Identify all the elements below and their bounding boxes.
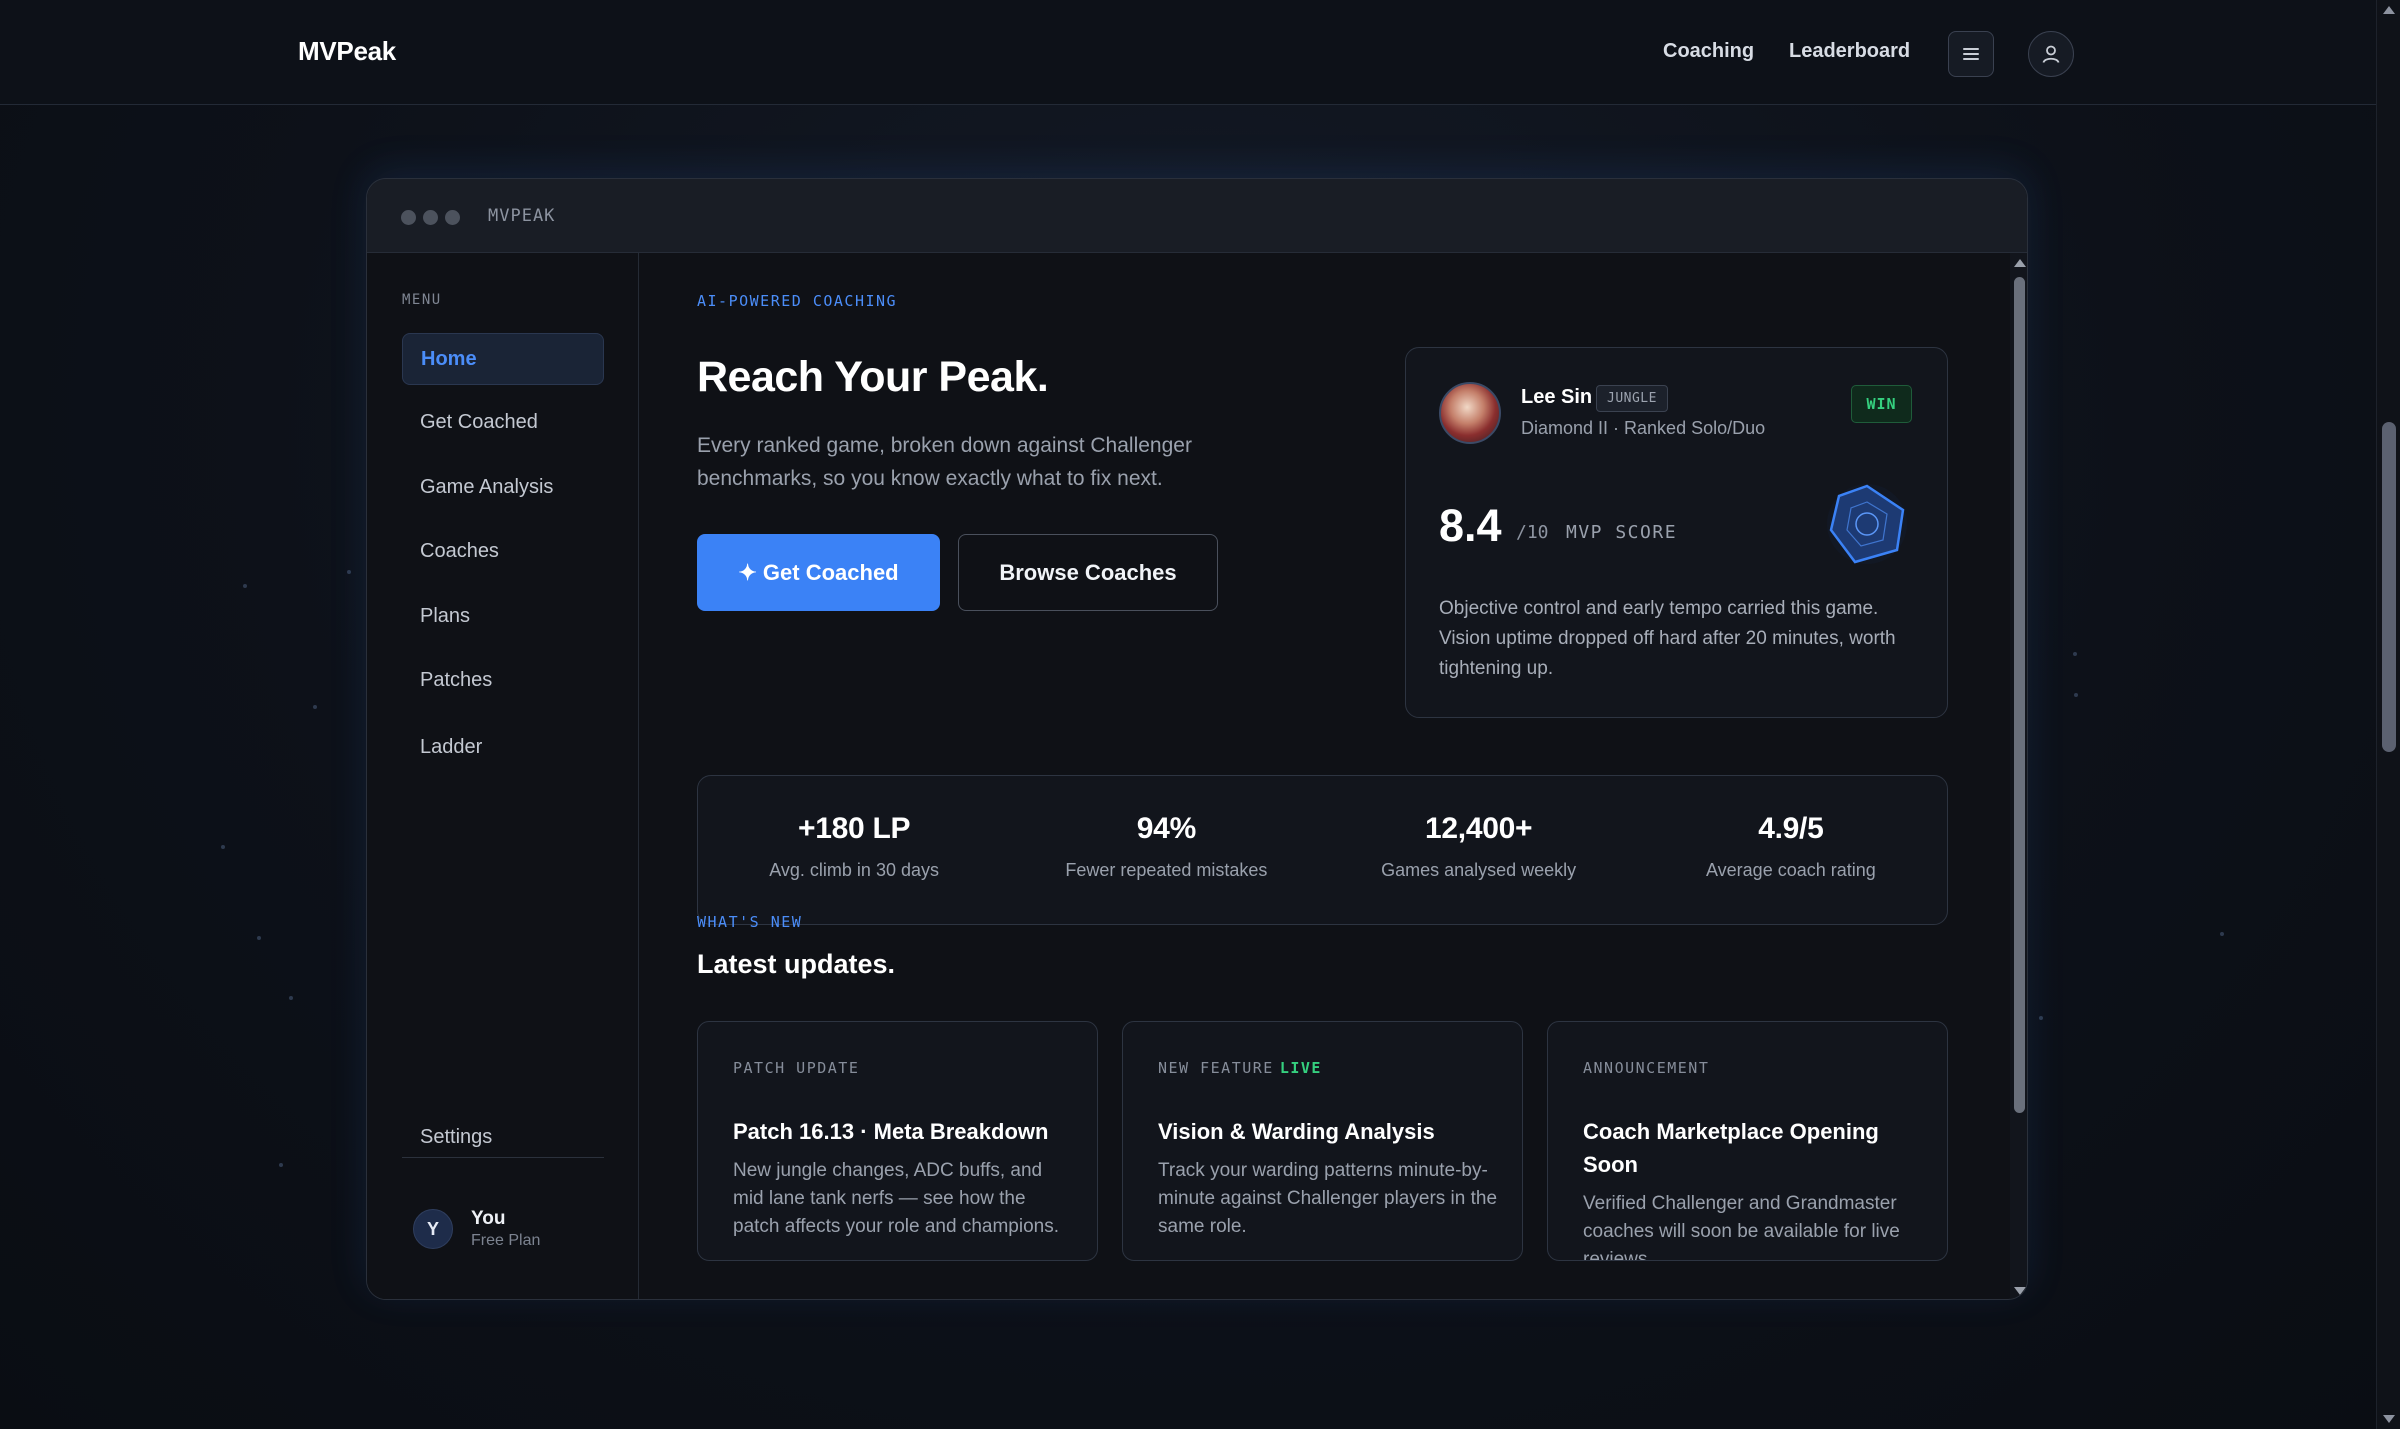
champion-avatar xyxy=(1439,382,1501,444)
update-tag-text: NEW FEATURE xyxy=(1158,1059,1274,1077)
get-coached-button[interactable]: ✦ Get Coached xyxy=(697,534,940,611)
role-badge: JUNGLE xyxy=(1596,385,1668,412)
updates-title: Latest updates. xyxy=(697,949,896,979)
window-titlebar: MVPEAK xyxy=(367,179,2027,253)
background-star xyxy=(289,996,293,1000)
background-star xyxy=(221,845,225,849)
radar-chart-icon xyxy=(1827,484,1907,564)
background-star xyxy=(243,584,247,588)
window-title: MVPEAK xyxy=(488,206,556,226)
update-body: Verified Challenger and Grandmaster coac… xyxy=(1583,1193,1900,1261)
window-dot xyxy=(401,210,416,225)
hero-subtitle: Every ranked game, broken down against C… xyxy=(697,434,1192,490)
hero-eyebrow: AI-POWERED COACHING xyxy=(697,292,898,310)
stat-label: Avg. climb in 30 days xyxy=(769,860,939,880)
sidebar-menu-label: MENU xyxy=(402,292,442,308)
update-title: Patch 16.13 · Meta Breakdown xyxy=(733,1119,1049,1144)
update-tag-text: PATCH UPDATE xyxy=(733,1059,860,1077)
update-tag: ANNOUNCEMENT xyxy=(1583,1059,1709,1077)
nav-link-leaderboard[interactable]: Leaderboard xyxy=(1789,40,1910,63)
update-title: Vision & Warding Analysis xyxy=(1158,1119,1435,1144)
game-summary-card[interactable]: Lee Sin JUNGLE Diamond II · Ranked Solo/… xyxy=(1405,347,1948,718)
nav-link-coaching[interactable]: Coaching xyxy=(1663,40,1754,63)
content-scrollbar-thumb[interactable] xyxy=(2014,277,2025,1113)
stat-item: 12,400+ Games analysed weekly xyxy=(1323,776,1635,924)
stat-value: 12,400+ xyxy=(1425,812,1533,845)
sidebar-item-plans[interactable]: Plans xyxy=(402,590,604,642)
scroll-up-arrow-icon[interactable] xyxy=(2014,259,2026,267)
window-dot xyxy=(445,210,460,225)
background-star xyxy=(347,570,351,574)
stats-panel: +180 LP Avg. climb in 30 days 94% Fewer … xyxy=(697,775,1948,925)
content-scrollbar[interactable] xyxy=(2010,253,2027,1299)
scroll-down-arrow-icon[interactable] xyxy=(2014,1287,2026,1295)
stat-value: 4.9/5 xyxy=(1758,812,1824,845)
window-dot xyxy=(423,210,438,225)
brand-logo[interactable]: MVPeak xyxy=(298,36,396,67)
updates-eyebrow: WHAT'S NEW xyxy=(697,913,803,931)
user-icon xyxy=(2042,45,2060,63)
update-card-patch[interactable]: PATCH UPDATE Patch 16.13 · Meta Breakdow… xyxy=(697,1021,1098,1261)
background-star xyxy=(2074,693,2078,697)
sidebar-item-settings[interactable]: Settings xyxy=(402,1111,604,1163)
game-meta: Diamond II · Ranked Solo/Duo xyxy=(1521,418,1766,438)
sidebar-item-home[interactable]: Home xyxy=(402,333,604,385)
background-star xyxy=(257,936,261,940)
result-badge: WIN xyxy=(1851,385,1912,423)
update-tag: PATCH UPDATE xyxy=(733,1059,859,1077)
top-navigation: MVPeak Coaching Leaderboard xyxy=(0,0,2376,105)
update-tag: NEW FEATURE LIVE xyxy=(1158,1059,1322,1077)
user-plan: Free Plan xyxy=(471,1232,541,1249)
background-star xyxy=(2039,1016,2043,1020)
stat-label: Average coach rating xyxy=(1705,860,1876,880)
sidebar-item-get-coached[interactable]: Get Coached xyxy=(402,396,604,448)
sidebar-item-game-analysis[interactable]: Game Analysis xyxy=(402,461,604,513)
update-title: Coach Marketplace Opening Soon xyxy=(1583,1119,1879,1177)
live-badge: LIVE xyxy=(1279,1059,1322,1077)
page-scrollbar-thumb[interactable] xyxy=(2382,422,2396,752)
page-scrollbar[interactable] xyxy=(2376,0,2400,1429)
scroll-up-arrow-icon[interactable] xyxy=(2383,6,2395,14)
update-card-announcement[interactable]: ANNOUNCEMENT Coach Marketplace Opening S… xyxy=(1547,1021,1948,1261)
hamburger-icon xyxy=(1963,48,1979,60)
stat-item: 4.9/5 Average coach rating xyxy=(1635,776,1947,924)
update-body: Track your warding patterns minute-by-mi… xyxy=(1158,1160,1498,1237)
mvp-score-value: 8.4 xyxy=(1439,500,1502,551)
app-window: MVPEAK MENU Home Get Coached Game Analys… xyxy=(366,178,2028,1300)
sidebar-item-ladder[interactable]: Ladder xyxy=(402,721,604,773)
sidebar: MENU Home Get Coached Game Analysis Coac… xyxy=(367,253,639,1299)
background-star xyxy=(313,705,317,709)
browse-coaches-button[interactable]: Browse Coaches xyxy=(958,534,1218,611)
background-star xyxy=(2220,932,2224,936)
game-description: Objective control and early tempo carrie… xyxy=(1439,598,1896,679)
sidebar-item-patches[interactable]: Patches xyxy=(402,654,604,706)
menu-button[interactable] xyxy=(1948,31,1994,77)
avatar[interactable]: Y xyxy=(413,1209,453,1249)
mvp-score-label: MVP SCORE xyxy=(1566,522,1678,543)
mvp-score-denominator: /10 xyxy=(1516,522,1549,543)
stat-item: +180 LP Avg. climb in 30 days xyxy=(698,776,1010,924)
page-title: Reach Your Peak. xyxy=(697,353,1049,401)
update-card-feature[interactable]: NEW FEATURE LIVE Vision & Warding Analysi… xyxy=(1122,1021,1523,1261)
background-star xyxy=(279,1163,283,1167)
scroll-down-arrow-icon[interactable] xyxy=(2383,1415,2395,1423)
stat-value: 94% xyxy=(1136,812,1196,845)
stat-item: 94% Fewer repeated mistakes xyxy=(1010,776,1322,924)
update-tag-text: ANNOUNCEMENT xyxy=(1583,1059,1710,1077)
stat-value: +180 LP xyxy=(798,812,911,845)
main-content: AI-POWERED COACHING Reach Your Peak. Eve… xyxy=(640,253,2027,1299)
background-star xyxy=(2073,652,2077,656)
champion-name: Lee Sin xyxy=(1521,386,1593,408)
stat-label: Games analysed weekly xyxy=(1381,860,1577,880)
update-body: New jungle changes, ADC buffs, and mid l… xyxy=(733,1160,1060,1237)
stat-label: Fewer repeated mistakes xyxy=(1065,860,1268,880)
user-name: You xyxy=(471,1208,506,1229)
account-button[interactable] xyxy=(2028,31,2074,77)
sidebar-item-coaches[interactable]: Coaches xyxy=(402,525,604,577)
